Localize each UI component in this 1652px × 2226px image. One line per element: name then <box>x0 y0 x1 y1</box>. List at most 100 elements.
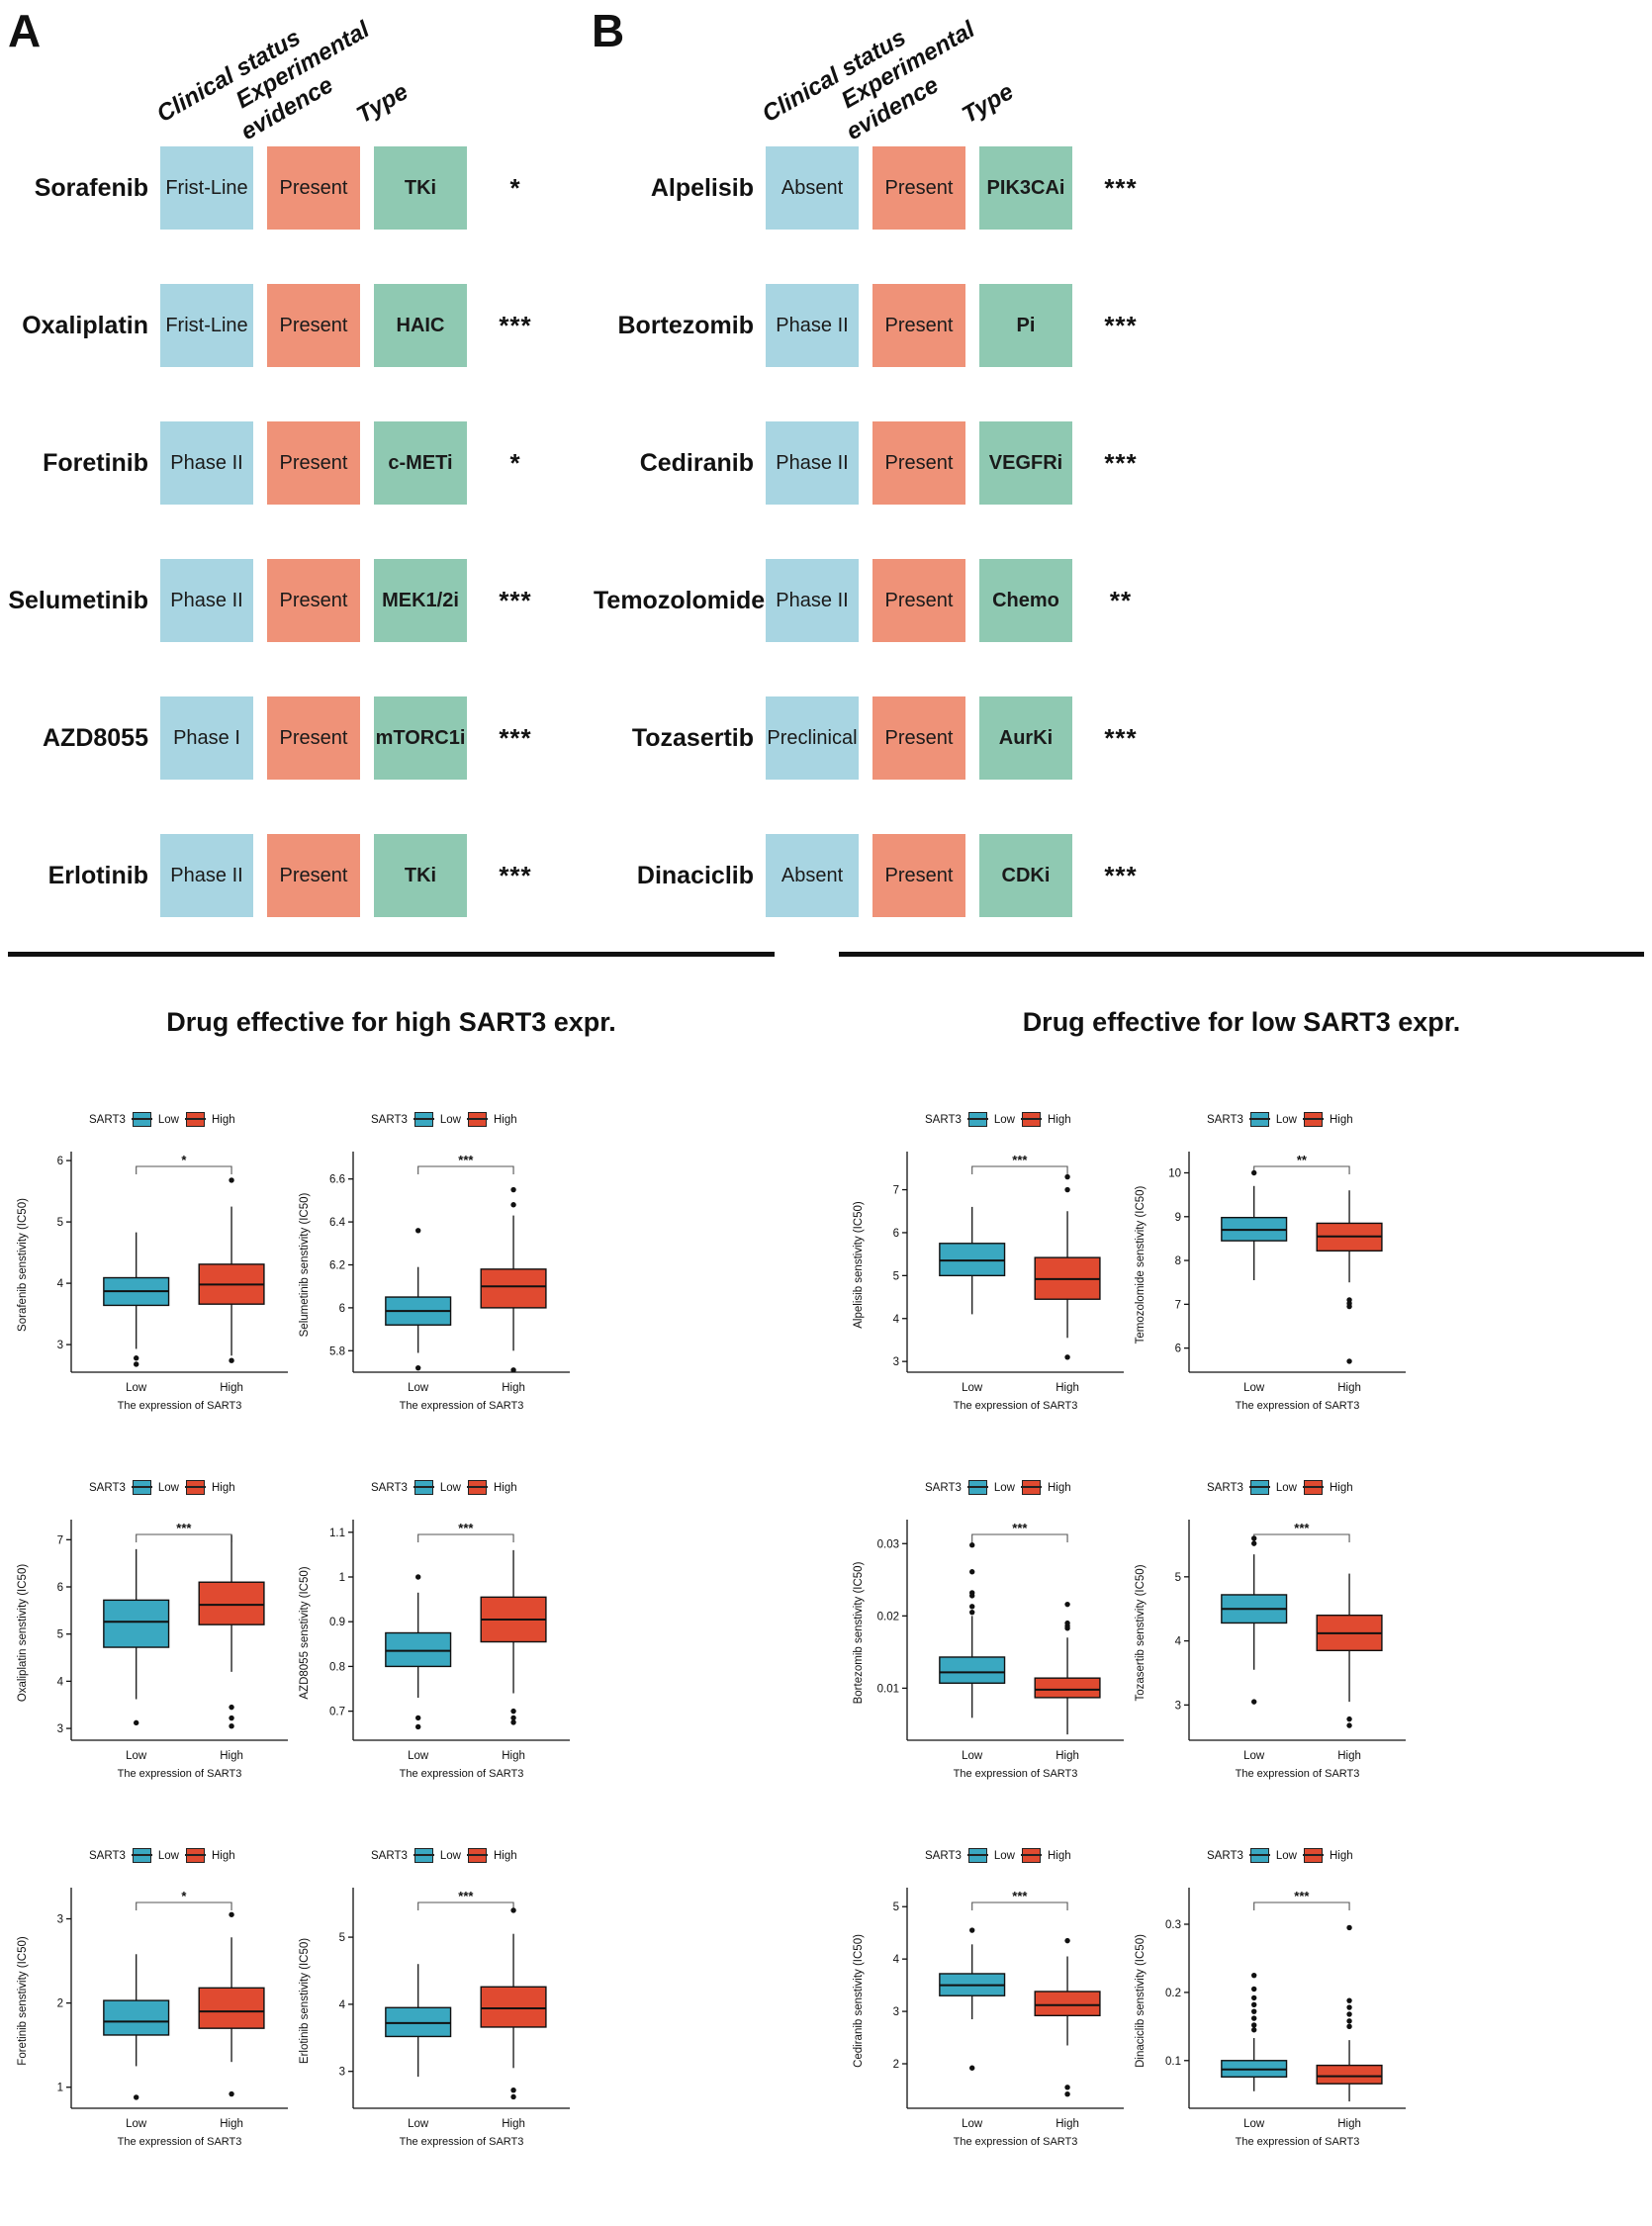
svg-text:0.3: 0.3 <box>1165 1919 1181 1931</box>
significance-marker: * <box>509 172 521 203</box>
clinical-status-cell: Phase II <box>160 421 253 505</box>
svg-text:High: High <box>1337 2118 1361 2130</box>
svg-text:*: * <box>181 1153 187 1167</box>
panel-b-letter: B <box>592 5 625 56</box>
table-row: Erlotinib Phase II Present TKi *** <box>0 834 550 917</box>
drug-type-cell: Pi <box>979 284 1072 367</box>
boxplot-canvas-dinaciclib: 0.1 0.2 0.3 *** Low High The expression of SAR… <box>1135 1888 1406 2148</box>
drug-type-cell: MEK1/2i <box>374 559 467 642</box>
legend-label-high: High <box>211 1481 235 1494</box>
legend: SART3 Low High <box>1207 1112 1353 1127</box>
legend-label-high: High <box>493 1849 517 1862</box>
svg-text:High: High <box>1337 1382 1361 1394</box>
legend-label-high: High <box>493 1113 517 1126</box>
svg-text:7: 7 <box>1175 1299 1181 1311</box>
legend-label-high: High <box>1329 1113 1353 1126</box>
svg-text:***: *** <box>1012 1889 1028 1903</box>
drug-name-label: Oxaliplatin <box>22 311 148 339</box>
legend-key-low <box>1248 1480 1270 1495</box>
boxplot-canvas-erlotinib: 3 4 5 *** Low High The expression of SART3 Erlo… <box>299 1888 570 2148</box>
svg-text:Tozasertib senstivity (IC50): Tozasertib senstivity (IC50) <box>1135 1564 1147 1701</box>
legend-label-high: High <box>1329 1849 1353 1862</box>
svg-text:0.03: 0.03 <box>877 1538 899 1550</box>
drug-name-label: Dinaciclib <box>636 861 754 889</box>
legend: SART3 Low High <box>371 1848 517 1863</box>
clinical-status-cell: Phase II <box>766 284 859 367</box>
svg-text:High: High <box>220 1750 243 1762</box>
svg-text:The expression of SART3: The expression of SART3 <box>400 2136 524 2148</box>
table-row: Cediranib Phase II Present VEGFRi *** <box>594 421 1155 505</box>
svg-text:6.4: 6.4 <box>329 1217 346 1229</box>
svg-text:High: High <box>1055 1382 1079 1394</box>
panel-b-divider <box>839 952 1644 957</box>
svg-text:Low: Low <box>408 2118 429 2130</box>
legend-label-low: Low <box>993 1113 1015 1126</box>
svg-text:3: 3 <box>1175 1700 1181 1712</box>
panel-a-divider <box>8 952 775 957</box>
svg-text:High: High <box>502 1750 525 1762</box>
svg-text:4: 4 <box>57 1278 64 1290</box>
legend-label-high: High <box>1047 1481 1071 1494</box>
significance-marker: *** <box>1104 722 1138 753</box>
experimental-evidence-cell: Present <box>872 559 965 642</box>
svg-text:9: 9 <box>1175 1212 1181 1224</box>
svg-text:3: 3 <box>57 1914 63 1926</box>
legend-title: SART3 <box>1207 1849 1243 1862</box>
legend-label-low: Low <box>439 1113 461 1126</box>
svg-text:***: *** <box>1294 1521 1310 1535</box>
boxplot-alpelisib: SART3 Low High 3 4 5 6 7 *** Low High The expressio… <box>846 1106 1138 1428</box>
svg-text:0.8: 0.8 <box>329 1661 345 1673</box>
boxplot-canvas-azd8055: 0.7 0.8 0.9 1 1.1 *** Low High The expression of… <box>299 1520 570 1780</box>
legend-title: SART3 <box>371 1113 408 1126</box>
drug-name-label: Erlotinib <box>47 861 148 889</box>
svg-text:The expression of SART3: The expression of SART3 <box>118 1768 242 1780</box>
legend-key-high <box>184 1480 206 1495</box>
svg-text:1: 1 <box>339 1572 345 1584</box>
svg-text:Selumetinib senstivity (IC50): Selumetinib senstivity (IC50) <box>299 1192 311 1337</box>
drug-name-label: Selumetinib <box>8 586 148 614</box>
table-row: Selumetinib Phase II Present MEK1/2i *** <box>0 559 550 642</box>
experimental-evidence-cell: Present <box>872 284 965 367</box>
drug-type-cell: TKi <box>374 834 467 917</box>
boxplot-selumetinib: SART3 Low High 5.8 6 6.2 6.4 6.6 *** Low High The e… <box>292 1106 584 1428</box>
legend-title: SART3 <box>925 1113 962 1126</box>
clinical-status-cell: Phase II <box>160 834 253 917</box>
boxplot-foretinib: SART3 Low High 1 2 3 * Low High The expression of… <box>10 1842 302 2164</box>
svg-text:***: *** <box>176 1521 192 1535</box>
experimental-evidence-cell: Present <box>872 146 965 230</box>
column-header-type: Type <box>352 78 413 130</box>
svg-text:High: High <box>502 2118 525 2130</box>
svg-text:4: 4 <box>893 1314 900 1326</box>
clinical-status-cell: Phase II <box>766 559 859 642</box>
svg-text:Low: Low <box>408 1750 429 1762</box>
svg-text:The expression of SART3: The expression of SART3 <box>954 1400 1078 1412</box>
svg-text:3: 3 <box>893 2006 899 2018</box>
legend-key-low <box>413 1848 434 1863</box>
svg-text:The expression of SART3: The expression of SART3 <box>1236 1400 1360 1412</box>
legend-label-low: Low <box>439 1481 461 1494</box>
legend-label-low: Low <box>993 1849 1015 1862</box>
significance-marker: *** <box>1104 447 1138 478</box>
svg-text:7: 7 <box>893 1185 899 1197</box>
svg-text:4: 4 <box>893 1954 900 1966</box>
table-row: Tozasertib Preclinical Present AurKi *** <box>594 696 1155 780</box>
svg-text:Low: Low <box>1243 1750 1265 1762</box>
legend-label-low: Low <box>157 1113 179 1126</box>
legend-label-low: Low <box>993 1481 1015 1494</box>
drug-type-cell: TKi <box>374 146 467 230</box>
significance-marker: *** <box>499 310 532 340</box>
drug-name-label: Bortezomib <box>617 311 755 339</box>
svg-text:Sorafenib senstivity (IC50): Sorafenib senstivity (IC50) <box>17 1198 29 1332</box>
legend-title: SART3 <box>1207 1113 1243 1126</box>
clinical-status-cell: Absent <box>766 146 859 230</box>
clinical-status-cell: Phase II <box>766 421 859 505</box>
svg-text:Low: Low <box>962 2118 983 2130</box>
table-row: Sorafenib Frist-Line Present TKi * <box>0 146 550 230</box>
legend-key-high <box>1302 1480 1324 1495</box>
legend-title: SART3 <box>371 1481 408 1494</box>
svg-text:5: 5 <box>893 1901 899 1913</box>
svg-text:The expression of SART3: The expression of SART3 <box>954 1768 1078 1780</box>
table-row: Temozolomide Phase II Present Chemo ** <box>594 559 1155 642</box>
experimental-evidence-cell: Present <box>267 284 360 367</box>
legend-key-high <box>466 1848 488 1863</box>
